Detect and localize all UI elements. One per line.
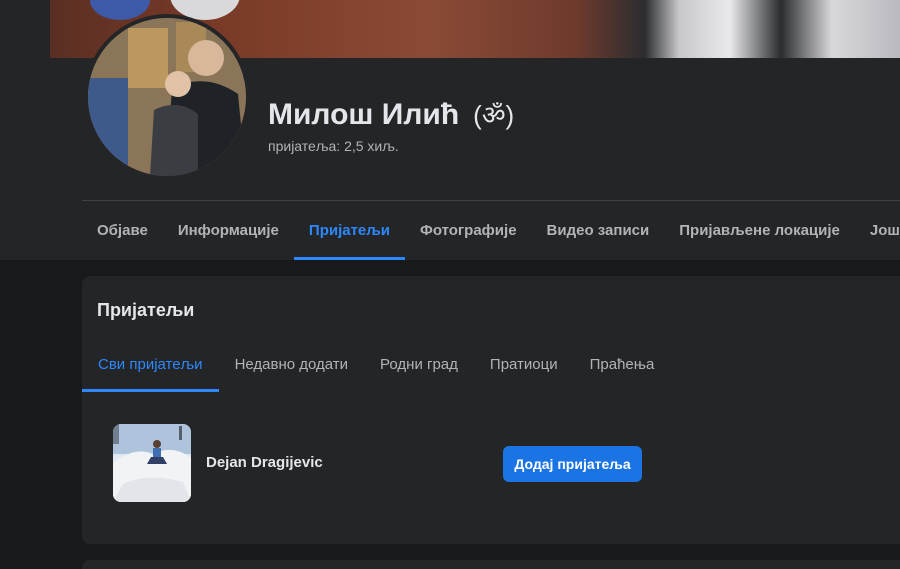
tab-label: Још	[869, 222, 900, 239]
tab-label: Објаве	[97, 222, 148, 239]
friends-card: Пријатељи Сви пријатељи Недавно додати Р…	[82, 276, 900, 544]
tab-videos[interactable]: Видео записи	[532, 201, 665, 260]
next-card-edge	[82, 560, 900, 569]
friend-list-item: Dejan Dragijevic Додај пријатеља	[98, 406, 658, 516]
subtab-label: Пратиоци	[489, 355, 558, 373]
profile-name-text: Милош Илић	[268, 98, 460, 131]
tab-label: Видео записи	[546, 222, 650, 239]
profile-alternate-name: (ॐ)	[473, 100, 515, 130]
avatar-photo-illustration	[88, 18, 246, 176]
subtab-recently-added[interactable]: Недавно додати	[219, 336, 364, 392]
subtab-label: Родни град	[380, 355, 458, 373]
subtab-all-friends[interactable]: Сви пријатељи	[82, 336, 219, 392]
tab-posts[interactable]: Објаве	[82, 201, 163, 260]
profile-name: Милош Илић (ॐ)	[268, 96, 514, 132]
subtab-hometown[interactable]: Родни град	[364, 336, 474, 392]
profile-tabs: Објаве Информације Пријатељи Фотографије…	[82, 201, 900, 260]
subtab-followers[interactable]: Пратиоци	[474, 336, 574, 392]
tab-about[interactable]: Информације	[163, 201, 294, 260]
subtab-label: Недавно додати	[234, 355, 349, 373]
subtab-label: Сви пријатељи	[98, 355, 203, 373]
friends-subtabs: Сви пријатељи Недавно додати Родни град …	[82, 336, 670, 392]
tab-label: Фотографије	[420, 222, 517, 239]
friends-count[interactable]: пријатеља: 2,5 хиљ.	[268, 138, 399, 154]
friend-photo[interactable]	[113, 424, 191, 502]
left-gutter	[0, 0, 50, 260]
avatar-photo	[88, 18, 246, 176]
tab-label: Информације	[177, 222, 279, 239]
tab-friends[interactable]: Пријатељи	[293, 201, 406, 260]
tab-label: Пријављене локације	[679, 222, 840, 239]
tab-photos[interactable]: Фотографије	[405, 201, 532, 260]
tab-more[interactable]: Још	[855, 201, 900, 260]
friends-section-title: Пријатељи	[97, 300, 195, 320]
tab-label: Пријатељи	[308, 222, 391, 239]
add-friend-button[interactable]: Додај пријатеља	[503, 446, 642, 482]
friend-name[interactable]: Dejan Dragijevic	[206, 454, 323, 471]
friend-photo-illustration	[113, 424, 191, 502]
subtab-following[interactable]: Праћења	[574, 336, 671, 392]
subtab-label: Праћења	[589, 355, 655, 373]
profile-avatar[interactable]	[84, 14, 250, 180]
tab-check-ins[interactable]: Пријављене локације	[664, 201, 855, 260]
